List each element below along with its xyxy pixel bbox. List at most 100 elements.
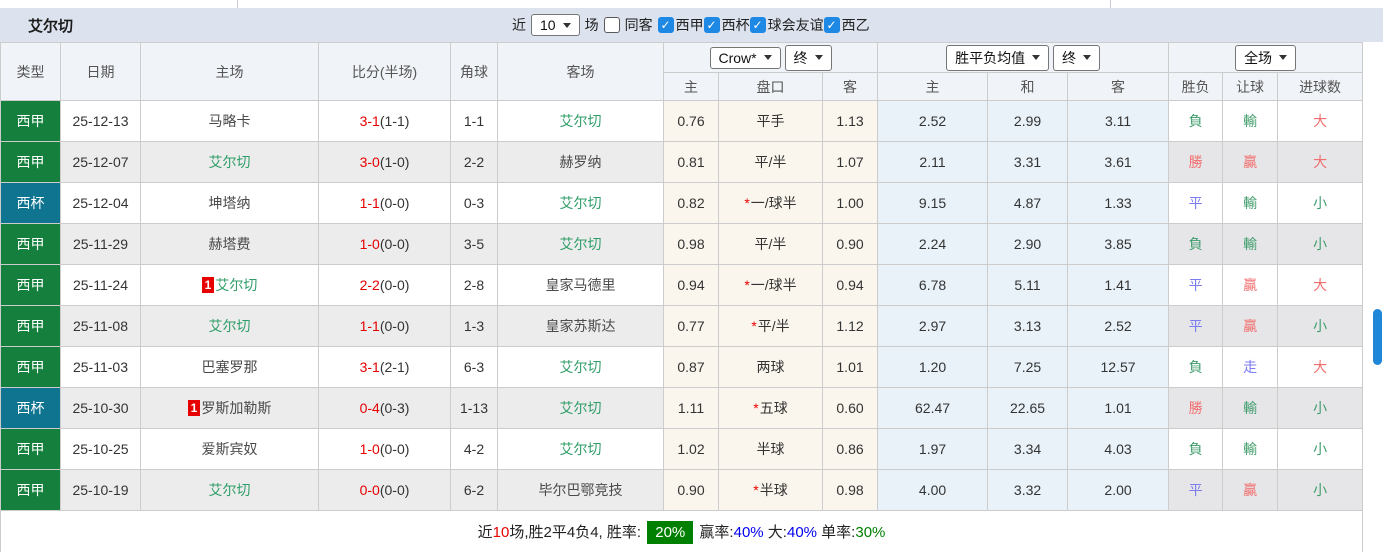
home-team-cell: 艾尔切 [141, 142, 319, 183]
handicap-result-cell: 輸 [1223, 224, 1278, 265]
fulltime-score: 1-0 [360, 236, 380, 252]
avg-home-cell: 6.78 [878, 265, 988, 306]
league-checkbox[interactable]: ✓ [824, 17, 840, 33]
match-row: 西甲25-12-13马略卡3-1(1-1)1-1艾尔切0.76平手1.132.5… [1, 101, 1363, 142]
match-row: 西甲25-10-19艾尔切0-0(0-0)6-2毕尔巴鄂竞技0.90*半球0.9… [1, 470, 1363, 511]
home-team-name: 爱斯宾奴 [202, 441, 258, 457]
divider [1110, 0, 1111, 8]
handicap-cell: *一/球半 [719, 183, 823, 224]
chevron-down-icon [764, 55, 772, 60]
away-odds-cell: 1.01 [823, 347, 878, 388]
away-team-name: 艾尔切 [560, 113, 602, 129]
score-cell: 0-0(0-0) [319, 470, 451, 511]
match-row: 西甲25-11-29赫塔费1-0(0-0)3-5艾尔切0.98平/半0.902.… [1, 224, 1363, 265]
goals-result-cell: 小 [1278, 388, 1363, 429]
summary-segment: 大: [764, 524, 787, 541]
date-cell: 25-10-19 [61, 470, 141, 511]
recent-label: 近 [512, 15, 526, 35]
avg-home-cell: 62.47 [878, 388, 988, 429]
star-marker: * [753, 482, 758, 498]
corner-cell: 1-3 [451, 306, 498, 347]
halftime-score: (1-1) [380, 113, 410, 129]
away-team-name: 艾尔切 [560, 236, 602, 252]
avg-time-select[interactable]: 终 [1053, 45, 1100, 71]
vertical-scrollbar-thumb[interactable] [1373, 309, 1382, 365]
league-checkbox[interactable]: ✓ [750, 17, 766, 33]
home-odds-cell: 0.81 [664, 142, 719, 183]
league-filter: ✓西乙 [824, 15, 870, 35]
avg-away-cell: 4.03 [1068, 429, 1169, 470]
recent-count-select[interactable]: 10 [531, 14, 580, 36]
home-team-cell: 赫塔费 [141, 224, 319, 265]
match-row: 西杯25-12-04坤塔纳1-1(0-0)0-3艾尔切0.82*一/球半1.00… [1, 183, 1363, 224]
avg-away-cell: 1.41 [1068, 265, 1169, 306]
match-row: 西甲25-11-241艾尔切2-2(0-0)2-8皇家马德里0.94*一/球半0… [1, 265, 1363, 306]
away-odds-cell: 1.00 [823, 183, 878, 224]
league-checkbox[interactable]: ✓ [658, 17, 674, 33]
avg-draw-cell: 4.87 [988, 183, 1068, 224]
avg-time-value: 终 [1062, 48, 1076, 68]
home-team-name: 艾尔切 [209, 318, 251, 334]
col-score: 比分(半场) [319, 43, 451, 101]
scope-value: 全场 [1244, 48, 1272, 68]
summary-line: 近10场,胜2平4负4, 胜率: 20% 赢率:40% 大:40% 单率:30% [1, 511, 1363, 552]
away-team-name: 毕尔巴鄂竞技 [539, 482, 623, 498]
fulltime-score: 0-4 [360, 400, 380, 416]
away-odds-cell: 0.90 [823, 224, 878, 265]
avg-draw-cell: 3.32 [988, 470, 1068, 511]
score-cell: 1-1(0-0) [319, 306, 451, 347]
date-cell: 25-10-25 [61, 429, 141, 470]
avg-home-cell: 2.11 [878, 142, 988, 183]
handicap-cell: 平手 [719, 101, 823, 142]
handicap-cell: 半球 [719, 429, 823, 470]
subcol-result: 胜负 [1169, 73, 1223, 101]
subcol-handicap: 盘口 [719, 73, 823, 101]
result-cell: 平 [1169, 470, 1223, 511]
subcol-avg-away: 客 [1068, 73, 1169, 101]
star-marker: * [751, 318, 756, 334]
league-type-cell: 西甲 [1, 470, 61, 511]
odds-source-select[interactable]: Crow* [710, 47, 781, 69]
match-row: 西甲25-12-07艾尔切3-0(1-0)2-2赫罗纳0.81平/半1.072.… [1, 142, 1363, 183]
date-cell: 25-12-04 [61, 183, 141, 224]
chevron-down-icon [815, 55, 823, 60]
home-odds-cell: 0.76 [664, 101, 719, 142]
chevron-down-icon [1279, 55, 1287, 60]
handicap-result-cell: 輸 [1223, 101, 1278, 142]
handicap-cell: *五球 [719, 388, 823, 429]
home-team-cell: 1罗斯加勒斯 [141, 388, 319, 429]
handicap-result-cell: 贏 [1223, 306, 1278, 347]
home-team-name: 巴塞罗那 [202, 359, 258, 375]
league-checkbox[interactable]: ✓ [704, 17, 720, 33]
avg-source-select[interactable]: 胜平负均值 [946, 45, 1049, 71]
home-odds-cell: 0.82 [664, 183, 719, 224]
away-team-cell: 艾尔切 [498, 224, 664, 265]
home-team-name: 坤塔纳 [209, 195, 251, 211]
avg-draw-cell: 7.25 [988, 347, 1068, 388]
summary-segment: 近 [478, 524, 493, 541]
avg-draw-cell: 2.90 [988, 224, 1068, 265]
same-venue-checkbox[interactable] [604, 17, 620, 33]
avg-draw-cell: 3.31 [988, 142, 1068, 183]
halftime-score: (0-3) [380, 400, 410, 416]
home-team-cell: 马略卡 [141, 101, 319, 142]
fulltime-score: 1-1 [360, 195, 380, 211]
summary-segment: 40% [734, 524, 764, 541]
subcol-odds-home: 主 [664, 73, 719, 101]
halftime-score: (0-0) [380, 441, 410, 457]
league-type-cell: 西甲 [1, 265, 61, 306]
away-odds-cell: 1.07 [823, 142, 878, 183]
avg-away-cell: 3.61 [1068, 142, 1169, 183]
home-team-cell: 艾尔切 [141, 470, 319, 511]
summary-segment: 单率: [817, 524, 855, 541]
date-cell: 25-10-30 [61, 388, 141, 429]
home-odds-cell: 0.90 [664, 470, 719, 511]
odds-time-select[interactable]: 终 [785, 45, 832, 71]
page-title: 艾尔切 [28, 15, 73, 36]
avg-home-cell: 2.97 [878, 306, 988, 347]
league-type-cell: 西甲 [1, 224, 61, 265]
scope-select[interactable]: 全场 [1235, 45, 1296, 71]
result-group-header: 全场 [1169, 43, 1363, 73]
away-odds-cell: 1.12 [823, 306, 878, 347]
away-odds-cell: 0.86 [823, 429, 878, 470]
